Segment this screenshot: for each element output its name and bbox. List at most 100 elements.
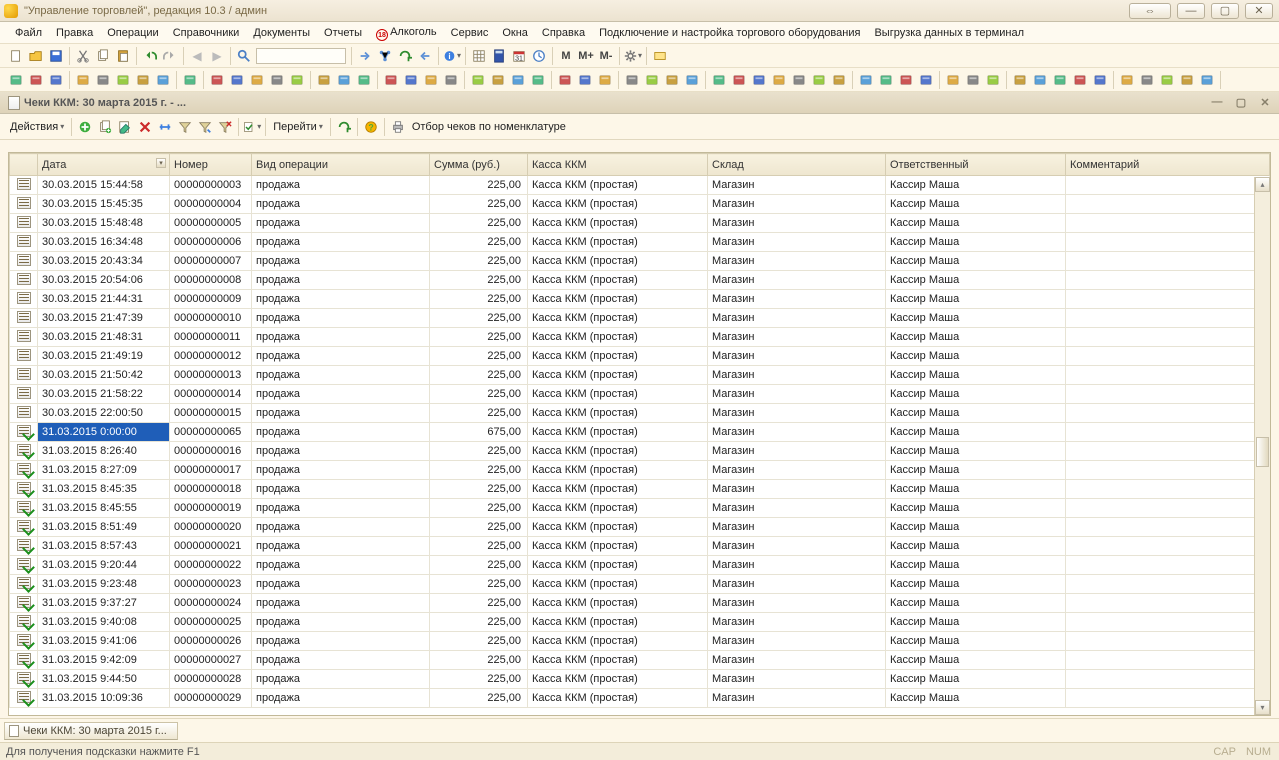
tool-icon-generic[interactable] <box>944 71 962 89</box>
tool-icon-generic[interactable] <box>208 71 226 89</box>
tool-icon-generic[interactable] <box>248 71 266 89</box>
tool-icon-generic[interactable] <box>47 71 65 89</box>
switch-windows-button[interactable]: ⇔ <box>1129 3 1171 19</box>
tool-icon-generic[interactable] <box>1118 71 1136 89</box>
tool-icon-generic[interactable] <box>1091 71 1109 89</box>
tool-icon-generic[interactable] <box>730 71 748 89</box>
col-comment[interactable]: Комментарий <box>1066 154 1270 176</box>
gear-icon[interactable]: ▾ <box>624 47 642 65</box>
undo-icon[interactable] <box>141 47 159 65</box>
tool-icon-generic[interactable] <box>897 71 915 89</box>
menu-reports[interactable]: Отчеты <box>317 25 369 41</box>
tool-icon-generic[interactable] <box>529 71 547 89</box>
tool-icon-generic[interactable] <box>1178 71 1196 89</box>
search-input[interactable] <box>256 48 346 64</box>
menu-edit[interactable]: Правка <box>49 25 100 41</box>
tool-icon-generic[interactable] <box>596 71 614 89</box>
tool-icon-generic[interactable] <box>1071 71 1089 89</box>
copy-row-icon[interactable] <box>96 118 114 136</box>
tool-icon-generic[interactable] <box>74 71 92 89</box>
tool-icon-generic[interactable] <box>181 71 199 89</box>
cut-icon[interactable] <box>74 47 92 65</box>
tool-icon-generic[interactable] <box>623 71 641 89</box>
filter-icon[interactable] <box>176 118 194 136</box>
table-row[interactable]: 30.03.2015 15:45:3500000000004продажа225… <box>10 195 1270 214</box>
menu-terminal-export[interactable]: Выгрузка данных в терминал <box>867 25 1031 41</box>
tool-icon-generic[interactable] <box>556 71 574 89</box>
vertical-scrollbar[interactable]: ▴ ▾ <box>1254 177 1270 715</box>
table-row[interactable]: 31.03.2015 8:26:4000000000016продажа225,… <box>10 442 1270 461</box>
tool-icon-generic[interactable] <box>27 71 45 89</box>
grid-icon[interactable] <box>470 47 488 65</box>
tool-icon-generic[interactable] <box>857 71 875 89</box>
menu-documents[interactable]: Документы <box>246 25 317 41</box>
new-file-icon[interactable] <box>7 47 25 65</box>
tool-icon-generic[interactable] <box>469 71 487 89</box>
table-row[interactable]: 31.03.2015 9:41:0600000000026продажа225,… <box>10 632 1270 651</box>
menu-hardware[interactable]: Подключение и настройка торгового оборуд… <box>592 25 867 41</box>
menu-help[interactable]: Справка <box>535 25 592 41</box>
menu-alcohol[interactable]: 18Алкоголь <box>369 24 444 41</box>
tool-icon-generic[interactable] <box>984 71 1002 89</box>
tool-icon-generic[interactable] <box>917 71 935 89</box>
info-icon[interactable]: i▾ <box>443 47 461 65</box>
minimize-button[interactable]: — <box>1177 3 1205 19</box>
table-row[interactable]: 30.03.2015 20:54:0600000000008продажа225… <box>10 271 1270 290</box>
col-date[interactable]: Дата▾ <box>38 154 170 176</box>
tool-icon-generic[interactable] <box>442 71 460 89</box>
scroll-down-button[interactable]: ▾ <box>1255 700 1270 715</box>
table-row[interactable]: 30.03.2015 15:44:5800000000003продажа225… <box>10 176 1270 195</box>
tool-icon-generic[interactable] <box>134 71 152 89</box>
add-icon[interactable] <box>76 118 94 136</box>
calculator-icon[interactable] <box>490 47 508 65</box>
tool-icon-generic[interactable] <box>710 71 728 89</box>
tool-icon-generic[interactable] <box>1051 71 1069 89</box>
col-kassa[interactable]: Касса ККМ <box>528 154 708 176</box>
col-operation[interactable]: Вид операции <box>252 154 430 176</box>
table-row[interactable]: 31.03.2015 9:44:5000000000028продажа225,… <box>10 670 1270 689</box>
doc-maximize-button[interactable]: ▢ <box>1231 96 1251 109</box>
delete-icon[interactable] <box>136 118 154 136</box>
tool-icon-generic[interactable] <box>770 71 788 89</box>
table-row[interactable]: 30.03.2015 16:34:4800000000006продажа225… <box>10 233 1270 252</box>
tool-icon-generic[interactable] <box>402 71 420 89</box>
tool-icon-generic[interactable] <box>750 71 768 89</box>
scroll-up-button[interactable]: ▴ <box>1255 177 1270 192</box>
tool-icon-generic[interactable] <box>576 71 594 89</box>
actions-dropdown[interactable]: Действия▾ <box>6 119 68 135</box>
tool-icon-generic[interactable] <box>315 71 333 89</box>
scroll-thumb[interactable] <box>1256 437 1269 467</box>
tool-icon-generic[interactable] <box>1031 71 1049 89</box>
link-back-icon[interactable] <box>416 47 434 65</box>
memory-m-button[interactable]: M <box>557 47 575 65</box>
tool-icon-generic[interactable] <box>1011 71 1029 89</box>
close-button[interactable]: ✕ <box>1245 3 1273 19</box>
table-row[interactable]: 31.03.2015 9:37:2700000000024продажа225,… <box>10 594 1270 613</box>
edit-icon[interactable] <box>116 118 134 136</box>
refresh-icon[interactable] <box>335 118 353 136</box>
clock-icon[interactable] <box>530 47 548 65</box>
refresh-link-icon[interactable] <box>396 47 414 65</box>
table-row[interactable]: 31.03.2015 8:51:4900000000020продажа225,… <box>10 518 1270 537</box>
tool-icon-generic[interactable] <box>877 71 895 89</box>
tool-icon-generic[interactable] <box>268 71 286 89</box>
search-icon[interactable] <box>235 47 253 65</box>
calendar-icon[interactable]: 31 <box>510 47 528 65</box>
tool-icon-generic[interactable] <box>683 71 701 89</box>
tool-icon-generic[interactable] <box>114 71 132 89</box>
table-row[interactable]: 30.03.2015 21:47:3900000000010продажа225… <box>10 309 1270 328</box>
nav-fwd-icon[interactable]: ▶ <box>208 47 226 65</box>
tool-icon-generic[interactable] <box>830 71 848 89</box>
tool-icon-generic[interactable] <box>964 71 982 89</box>
tool-icon-generic[interactable] <box>1198 71 1216 89</box>
paste-icon[interactable] <box>114 47 132 65</box>
post-icon[interactable]: ▾ <box>243 118 261 136</box>
tool-icon-generic[interactable] <box>790 71 808 89</box>
table-row[interactable]: 31.03.2015 0:00:0000000000065продажа675,… <box>10 423 1270 442</box>
open-file-icon[interactable] <box>27 47 45 65</box>
table-row[interactable]: 30.03.2015 21:49:1900000000012продажа225… <box>10 347 1270 366</box>
tool-icon-generic[interactable] <box>489 71 507 89</box>
col-number[interactable]: Номер <box>170 154 252 176</box>
doc-close-button[interactable]: ✕ <box>1255 96 1275 109</box>
clear-filter-icon[interactable] <box>216 118 234 136</box>
